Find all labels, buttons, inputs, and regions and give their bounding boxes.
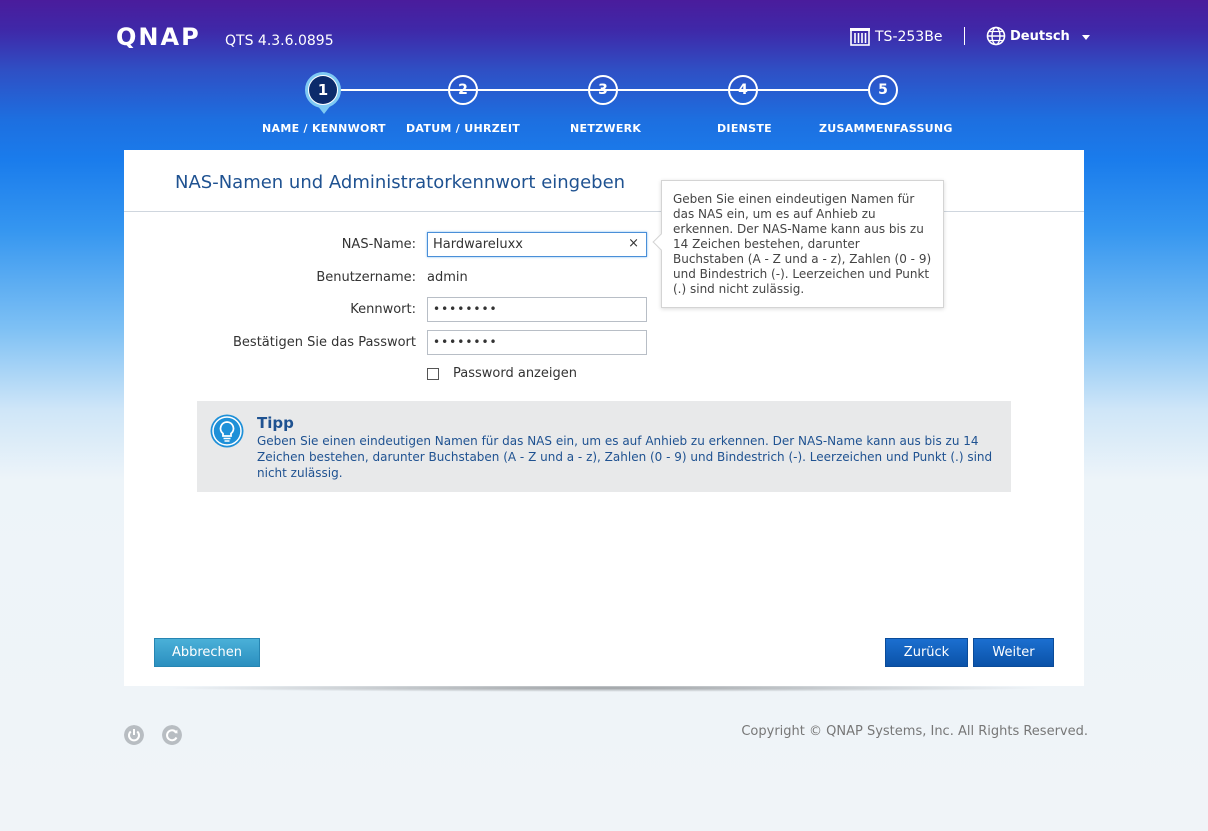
username-value: admin [427, 270, 468, 285]
wizard-step-5[interactable]: 5 [868, 75, 898, 105]
svg-text:QNAP: QNAP [116, 26, 201, 48]
nas-model-label: TS-253Be [875, 29, 943, 45]
wizard-step-label: DATUM / UHRZEIT [406, 122, 521, 135]
next-button[interactable]: Weiter [973, 638, 1054, 667]
confirm-password-label: Bestätigen Sie das Passwort [233, 335, 416, 350]
wizard-step-label: NETZWERK [570, 122, 642, 135]
nas-model: TS-253Be [850, 28, 942, 46]
lightbulb-icon [210, 414, 244, 448]
confirm-password-value: •••••••• [433, 335, 498, 349]
nas-name-label: NAS-Name: [341, 237, 416, 252]
show-password-label[interactable]: Password anzeigen [453, 366, 577, 381]
password-input[interactable]: •••••••• [427, 297, 647, 322]
tooltip-text: Geben Sie einen eindeutigen Namen für da… [673, 192, 932, 296]
wizard-step-1[interactable]: 1 [305, 72, 341, 108]
nas-name-input[interactable]: Hardwareluxx × [427, 232, 647, 257]
wizard-step-2[interactable]: 2 [448, 75, 478, 105]
firmware-version: QTS 4.3.6.0895 [225, 33, 334, 49]
password-label: Kennwort: [350, 302, 416, 317]
wizard-step-label: DIENSTE [717, 122, 772, 135]
back-button[interactable]: Zurück [885, 638, 968, 667]
username-label: Benutzername: [316, 270, 416, 285]
tip-text: Geben Sie einen eindeutigen Namen für da… [257, 434, 993, 480]
qnap-logo: QNAP [116, 26, 212, 48]
wizard-step-3[interactable]: 3 [588, 75, 618, 105]
chevron-down-icon[interactable] [1081, 34, 1090, 40]
active-step-pointer [317, 105, 331, 114]
wizard-step-label: NAME / KENNWORT [262, 122, 386, 135]
cancel-button[interactable]: Abbrechen [154, 638, 260, 667]
clear-icon[interactable]: × [628, 236, 639, 251]
restart-icon[interactable] [162, 725, 182, 745]
nas-name-tooltip: Geben Sie einen eindeutigen Namen für da… [652, 180, 944, 308]
language-label: Deutsch [1010, 28, 1070, 44]
wizard-step-label: ZUSAMMENFASSUNG [819, 122, 953, 135]
nas-name-value: Hardwareluxx [433, 237, 524, 252]
tooltip-arrow [652, 233, 670, 251]
tip-box: Tipp Geben Sie einen eindeutigen Namen f… [197, 401, 1011, 492]
page-title: NAS-Namen und Administratorkennwort eing… [175, 172, 626, 193]
wizard-panel: NAS-Namen und Administratorkennwort eing… [124, 150, 1084, 686]
show-password-checkbox[interactable] [427, 368, 439, 380]
language-selector[interactable]: Deutsch [986, 26, 1090, 46]
header-divider [964, 27, 965, 45]
password-value: •••••••• [433, 302, 498, 316]
globe-icon [986, 26, 1006, 46]
nas-device-icon [850, 28, 870, 46]
confirm-password-input[interactable]: •••••••• [427, 330, 647, 355]
wizard-step-4[interactable]: 4 [728, 75, 758, 105]
copyright-text: Copyright © QNAP Systems, Inc. All Right… [741, 724, 1088, 739]
tip-title: Tipp [257, 414, 294, 432]
wizard-step-number: 1 [309, 76, 337, 104]
power-icon[interactable] [124, 725, 144, 745]
